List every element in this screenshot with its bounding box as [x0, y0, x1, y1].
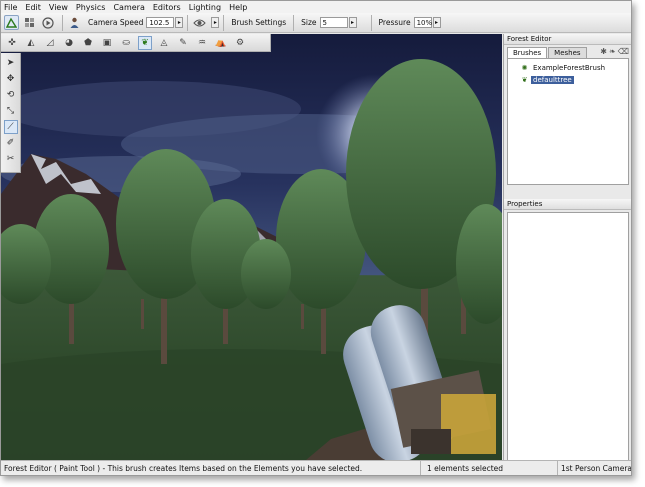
sound-icon[interactable]: ⚙ — [233, 36, 247, 50]
delete-icon[interactable]: ⌫ — [618, 47, 629, 56]
visibility-icon[interactable] — [192, 15, 207, 30]
move-icon[interactable]: ✥ — [4, 72, 18, 86]
forest-scene-render — [1, 59, 502, 460]
scene-viewport[interactable] — [1, 34, 502, 460]
rotate-icon[interactable]: ⟲ — [4, 88, 18, 102]
properties-inspector[interactable] — [507, 212, 629, 465]
shape-icon[interactable]: ⬟ — [81, 36, 95, 50]
menu-lighting[interactable]: Lighting — [189, 3, 221, 12]
forest-editor-panel: Forest Editor Brushes Meshes ✱ ❧ ⌫ ✺ Exa… — [503, 34, 631, 465]
status-message: Forest Editor ( Paint Tool ) - This brus… — [1, 460, 421, 475]
size-arrow-icon[interactable]: ▸ — [348, 17, 357, 28]
new-element-icon[interactable]: ❧ — [609, 47, 616, 56]
tab-meshes[interactable]: Meshes — [548, 47, 587, 58]
select-arrow-icon[interactable]: ➤ — [4, 56, 18, 70]
tree-item-label: ExampleForestBrush — [533, 64, 606, 72]
toolbar-separator — [293, 14, 295, 31]
menu-camera[interactable]: Camera — [113, 3, 144, 12]
visibility-arrow-icon[interactable]: ▸ — [211, 17, 220, 28]
size-field[interactable]: 5 — [319, 17, 348, 28]
status-bar: Forest Editor ( Paint Tool ) - This brus… — [1, 460, 631, 475]
menu-bar: File Edit View Physics Camera Editors Li… — [1, 1, 631, 13]
panel-tabs: Brushes Meshes ✱ ❧ ⌫ — [504, 45, 631, 58]
world-editor-icon[interactable] — [22, 15, 37, 30]
pressure-field[interactable]: 10% — [413, 17, 432, 28]
tree-item-defaulttree[interactable]: ❦ defaulttree — [508, 74, 628, 86]
convex-icon[interactable]: ⛺ — [214, 36, 228, 50]
pressure-arrow-icon[interactable]: ▸ — [432, 17, 441, 28]
tree-element-icon: ❦ — [521, 76, 528, 84]
menu-editors[interactable]: Editors — [153, 3, 181, 12]
road-icon[interactable]: ⛀ — [119, 36, 133, 50]
river-icon[interactable]: ♒ — [195, 36, 209, 50]
terrain-icon[interactable]: ◭ — [24, 36, 38, 50]
decal-icon[interactable]: ✎ — [176, 36, 190, 50]
toolbar-separator — [187, 14, 189, 31]
editor-mode-icon[interactable] — [4, 15, 19, 30]
toolbar-separator — [62, 14, 63, 31]
camera-speed-label: Camera Speed — [88, 18, 144, 27]
tab-brushes[interactable]: Brushes — [507, 47, 548, 58]
editor-tool-row: ✜ ◭ ◿ ◕ ⬟ ▣ ⛀ ❦ ◬ ✎ ♒ ⛺ ⚙ — [1, 34, 271, 52]
object-icon[interactable]: ✜ — [5, 36, 19, 50]
new-brush-icon[interactable]: ✱ — [600, 47, 607, 56]
erase-brush-icon[interactable]: ✐ — [4, 136, 18, 150]
menu-file[interactable]: File — [4, 3, 17, 12]
play-icon[interactable] — [40, 15, 55, 30]
scale-icon[interactable]: ⤡ — [4, 104, 18, 118]
forest-tool-palette: ➤ ✥ ⟲ ⤡ ⟋ ✐ ✂ — [1, 53, 21, 173]
size-label: Size — [301, 18, 317, 27]
main-toolbar: Camera Speed 102.5 ▸ ▸ Brush Settings Si… — [1, 13, 631, 33]
erase-selected-icon[interactable]: ✂ — [4, 152, 18, 166]
properties-title: Properties — [504, 199, 631, 210]
brush-tree: ✺ ExampleForestBrush ❦ defaulttree — [507, 58, 629, 185]
status-camera-mode: 1st Person Camera — [561, 463, 631, 473]
pressure-label: Pressure — [378, 18, 411, 27]
camera-speed-icon[interactable] — [67, 15, 82, 30]
mesh-icon[interactable]: ▣ — [100, 36, 114, 50]
application-window: File Edit View Physics Camera Editors Li… — [0, 0, 632, 476]
camera-speed-field[interactable]: 102.5 — [146, 17, 175, 28]
material-icon[interactable]: ◕ — [62, 36, 76, 50]
tab-action-icons: ✱ ❧ ⌫ — [598, 47, 629, 56]
panel-title: Forest Editor — [504, 34, 631, 45]
menu-help[interactable]: Help — [229, 3, 247, 12]
tree-item-example-forest-brush[interactable]: ✺ ExampleForestBrush — [508, 62, 628, 74]
terrain-paint-icon[interactable]: ◿ — [43, 36, 57, 50]
toolbar-separator — [223, 14, 225, 31]
brush-group-icon: ✺ — [521, 64, 528, 72]
menu-view[interactable]: View — [49, 3, 68, 12]
paint-brush-icon[interactable]: ⟋ — [3, 120, 18, 134]
menu-edit[interactable]: Edit — [25, 3, 41, 12]
camera-speed-arrow-icon[interactable]: ▸ — [175, 17, 184, 28]
brush-settings-label: Brush Settings — [231, 18, 287, 27]
status-selection-count: 1 elements selected — [421, 460, 558, 475]
tree-item-label: defaulttree — [531, 76, 574, 84]
particle-icon[interactable]: ◬ — [157, 36, 171, 50]
menu-physics[interactable]: Physics — [76, 3, 106, 12]
forest-icon[interactable]: ❦ — [138, 35, 152, 50]
toolbar-separator — [370, 14, 372, 31]
